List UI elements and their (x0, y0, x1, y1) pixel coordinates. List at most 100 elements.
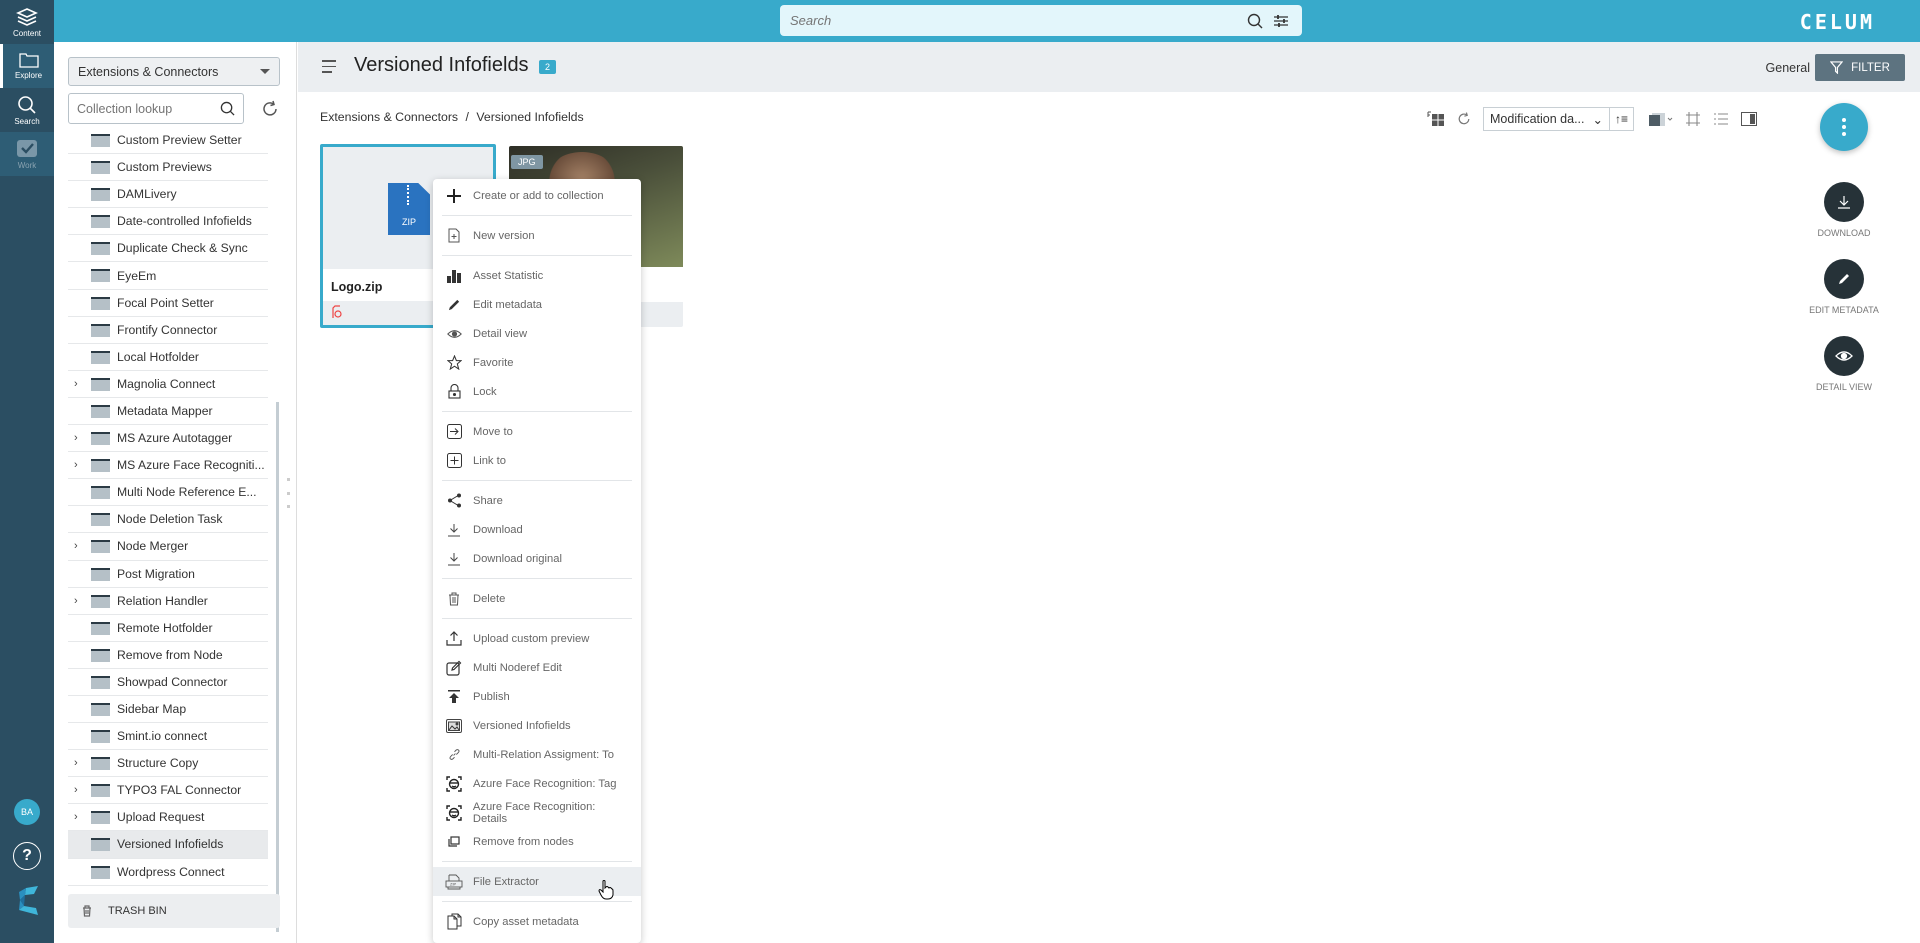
menu-item-delete[interactable]: Delete (442, 584, 632, 613)
menu-item-favorite[interactable]: Favorite (442, 348, 632, 377)
edit-metadata-action[interactable]: EDIT METADATA (1809, 259, 1879, 315)
tree-item[interactable]: Smint.io connect (68, 723, 268, 751)
more-actions-button[interactable] (1820, 103, 1868, 151)
tree-item[interactable]: Versioned Infofields (68, 831, 268, 859)
menu-item-publish[interactable]: Publish (442, 682, 632, 711)
menu-item-multi-relation-assigment-to[interactable]: Multi-Relation Assigment: To (442, 740, 632, 769)
sidebar-resize-handle[interactable] (287, 478, 291, 508)
search-input[interactable] (790, 13, 1240, 28)
tree-item[interactable]: › Magnolia Connect (68, 371, 268, 398)
chevron-right-icon[interactable]: › (74, 378, 78, 390)
help-icon[interactable]: ? (13, 842, 41, 870)
avatar[interactable]: BA (14, 799, 40, 825)
menu-item-edit-metadata[interactable]: Edit metadata (442, 290, 632, 319)
menu-item-download[interactable]: Download (442, 515, 632, 544)
trash-bin-button[interactable]: TRASH BIN (68, 894, 280, 928)
list-view-icon[interactable] (1710, 108, 1732, 130)
collection-lookup-input[interactable] (77, 101, 220, 116)
tree-item[interactable]: › Structure Copy (68, 750, 268, 778)
rail-item-search[interactable]: Search (0, 88, 54, 132)
chevron-right-icon[interactable]: › (74, 595, 78, 607)
rail-item-work[interactable]: Work (0, 132, 54, 176)
rail-item-content[interactable]: Content (0, 0, 54, 44)
tree-item[interactable]: Focal Point Setter (68, 290, 268, 317)
tree-item[interactable]: › Upload Request (68, 804, 268, 832)
folder-icon (91, 648, 110, 662)
tree-item[interactable]: DAMLivery (68, 181, 268, 209)
sidebar-scrollbar[interactable] (276, 402, 279, 932)
tree-item[interactable]: EyeEm (68, 262, 268, 290)
tree-item[interactable]: Post Migration (68, 561, 268, 588)
refresh-icon[interactable] (260, 99, 280, 119)
rail-item-explore[interactable]: Explore (0, 44, 54, 88)
search-settings-icon[interactable] (1270, 10, 1292, 32)
tree-item[interactable]: › Node Merger (68, 533, 268, 561)
sort-direction-button[interactable]: ↑≡ (1609, 107, 1634, 131)
search-icon[interactable] (1244, 10, 1266, 32)
menu-icon[interactable] (322, 60, 336, 77)
tree-item[interactable]: Duplicate Check & Sync (68, 235, 268, 263)
chevron-right-icon[interactable]: › (74, 459, 78, 471)
tree-item[interactable]: Date-controlled Infofields (68, 208, 268, 236)
menu-item-share[interactable]: Share (442, 486, 632, 515)
menu-item-asset-statistic[interactable]: Asset Statistic (442, 261, 632, 290)
version-lock-icon[interactable] (331, 305, 343, 319)
chevron-right-icon[interactable]: › (74, 811, 78, 823)
menu-item-lock[interactable]: Lock (442, 377, 632, 406)
tree-item[interactable]: Remote Hotfolder (68, 615, 268, 642)
tree-item[interactable]: Wordpress Connect (68, 859, 268, 886)
menu-item-azure-face-recognition-tag[interactable]: Azure Face Recognition: Tag (442, 769, 632, 798)
tree-item[interactable]: › Relation Handler (68, 588, 268, 615)
menu-item-versioned-infofields[interactable]: Versioned Infofields (442, 711, 632, 740)
menu-item-label: Link to (473, 454, 506, 467)
breadcrumb-parent[interactable]: Extensions & Connectors (320, 110, 458, 124)
chevron-right-icon[interactable]: › (74, 784, 78, 796)
select-all-icon[interactable] (1425, 108, 1447, 130)
refresh-icon[interactable] (1453, 108, 1475, 130)
menu-item-azure-face-recognition-details[interactable]: Azure Face Recognition: Details (442, 798, 632, 827)
move-icon (443, 421, 465, 443)
tree-item[interactable]: Custom Previews (68, 154, 268, 182)
crop-view-icon[interactable] (1682, 108, 1704, 130)
menu-item-remove-from-nodes[interactable]: Remove from nodes (442, 827, 632, 856)
menu-divider (442, 861, 632, 862)
detail-panel-icon[interactable] (1738, 108, 1760, 130)
chevron-right-icon[interactable]: › (74, 540, 78, 552)
collection-select[interactable]: Extensions & Connectors (68, 57, 280, 86)
tree-item[interactable]: Metadata Mapper (68, 398, 268, 426)
tree-item[interactable]: Node Deletion Task (68, 506, 268, 534)
menu-item-label: Versioned Infofields (473, 719, 571, 732)
chevron-right-icon[interactable]: › (74, 432, 78, 444)
search-icon[interactable] (220, 101, 235, 116)
download-action[interactable]: DOWNLOAD (1814, 182, 1874, 238)
tree-item[interactable]: › MS Azure Autotagger (68, 425, 268, 453)
chevron-right-icon[interactable]: › (74, 757, 78, 769)
tree-item-label: Custom Previews (117, 160, 212, 175)
tree-item[interactable]: Sidebar Map (68, 696, 268, 724)
tree-item[interactable]: Local Hotfolder (68, 344, 268, 371)
collection-tree: Custom Preview Setter Custom Previews DAML… (68, 127, 268, 886)
menu-item-create-or-add-to-collection[interactable]: Create or add to collection (442, 181, 632, 210)
tree-item[interactable]: Frontify Connector (68, 317, 268, 344)
tree-item[interactable]: › TYPO3 FAL Connector (68, 777, 268, 805)
detail-view-action[interactable]: DETAIL VIEW (1814, 336, 1874, 392)
filter-button[interactable]: FILTER (1815, 54, 1905, 81)
tree-item[interactable]: Custom Preview Setter (68, 127, 268, 155)
tree-item[interactable]: › MS Azure Face Recogniti... (68, 452, 268, 480)
menu-item-move-to[interactable]: Move to (442, 417, 632, 446)
tree-item[interactable]: Showpad Connector (68, 669, 268, 696)
menu-item-multi-noderef-edit[interactable]: Multi Noderef Edit (442, 653, 632, 682)
sort-field-select[interactable]: Modification da... ⌄ (1483, 107, 1610, 131)
menu-item-download-original[interactable]: Download original (442, 544, 632, 573)
menu-item-copy-asset-metadata[interactable]: Copy asset metadata (442, 907, 632, 936)
menu-item-link-to[interactable]: Link to (442, 446, 632, 475)
tree-item[interactable]: Remove from Node (68, 642, 268, 669)
menu-divider (442, 255, 632, 256)
menu-item-new-version[interactable]: New version (442, 221, 632, 250)
menu-item-detail-view[interactable]: Detail view (442, 319, 632, 348)
menu-divider (442, 411, 632, 412)
menu-item-upload-custom-preview[interactable]: Upload custom preview (442, 624, 632, 653)
thumbnail-size-select[interactable] (1646, 108, 1676, 130)
tree-item[interactable]: Multi Node Reference E... (68, 479, 268, 507)
folder-icon (91, 188, 110, 202)
